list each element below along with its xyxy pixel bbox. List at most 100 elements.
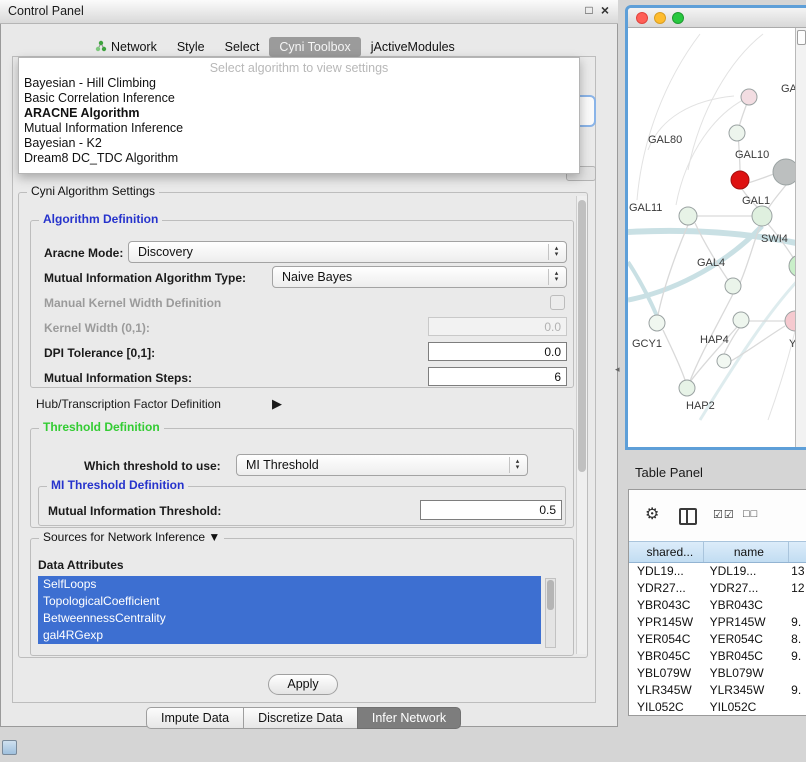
tab-infer-network[interactable]: Infer Network [357,707,461,729]
tab-discretize-data[interactable]: Discretize Data [243,707,358,729]
hub-expand-icon[interactable]: ▶ [272,396,282,412]
list-item[interactable]: gal4RGexp [38,627,541,644]
scrollbar-thumb[interactable] [578,200,586,472]
table-row[interactable]: YIL052CYIL052C [629,699,806,716]
settings-scrollbar[interactable] [576,196,587,654]
scrollbar-thumb[interactable] [797,30,806,45]
table-row[interactable]: YBR045CYBR045C9. [629,648,806,665]
network-node-selected-red[interactable] [731,171,749,189]
network-node[interactable] [725,278,741,294]
dropdown-option[interactable]: Basic Correlation Inference [24,91,175,106]
list-item[interactable]: SelfLoops [38,576,541,593]
network-node[interactable] [752,206,772,226]
table-body: YDL19...YDL19...13 YDR27...YDR27...12 YB… [629,563,806,716]
dropdown-option[interactable]: Bayesian - K2 [24,136,102,151]
data-attributes-list[interactable]: SelfLoops TopologicalCoefficient Between… [38,576,556,650]
manual-kernel-checkbox[interactable] [550,295,565,310]
dropdown-option[interactable]: Dream8 DC_TDC Algorithm [24,151,178,166]
network-node[interactable] [679,207,697,225]
manual-kernel-label: Manual Kernel Width Definition [44,296,221,310]
network-tab-icon [95,40,107,55]
node-label: GAL1 [742,195,770,207]
gear-icon[interactable]: ⚙ [645,504,659,524]
network-node[interactable] [741,89,757,105]
column-header-extra[interactable] [789,542,806,562]
mi-steps-label: Mutual Information Steps: [44,371,192,385]
minimized-panel-icon[interactable] [2,740,17,755]
data-attributes-label: Data Attributes [38,558,124,572]
network-view-window: GAL8 GAL80 GAL10 GAL11 GAL1 SWI4 GAL4 GC… [625,5,806,450]
table-row[interactable]: YDR27...YDR27...12 [629,580,806,597]
network-node[interactable] [729,125,745,141]
tab-network[interactable]: Network [85,37,167,58]
tab-cyni-toolbox[interactable]: Cyni Toolbox [269,37,360,57]
network-node[interactable] [733,312,749,328]
table-row[interactable]: YLR345WYLR345W9. [629,682,806,699]
control-panel-titlebar[interactable]: Control Panel □ × [0,0,618,24]
aracne-mode-label: Aracne Mode: [44,246,123,260]
table-header: shared... name [629,541,806,563]
node-label: GCY1 [632,338,662,350]
network-scrollbar[interactable] [795,28,806,447]
dropdown-placeholder: Select algorithm to view settings [19,61,579,75]
node-label: HAP4 [700,334,729,346]
tab-select[interactable]: Select [215,37,270,57]
table-panel-window: ⚙ ☑☑ □□ shared... name YDL19...YDL19...1… [628,489,806,716]
column-header-name[interactable]: name [704,542,790,562]
table-row[interactable]: YDL19...YDL19...13 [629,563,806,580]
tab-label: Style [177,40,205,54]
apply-button[interactable]: Apply [268,674,338,695]
network-canvas[interactable]: GAL8 GAL80 GAL10 GAL11 GAL1 SWI4 GAL4 GC… [628,28,806,447]
dropdown-option[interactable]: Bayesian - Hill Climbing [24,76,156,91]
dropdown-option[interactable]: Mutual Information Inference [24,121,183,136]
table-row[interactable]: YPR145WYPR145W9. [629,614,806,631]
group-title: MI Threshold Definition [47,478,188,492]
table-toolbar: ⚙ ☑☑ □□ [629,490,806,540]
kernel-width-label: Kernel Width (0,1): [44,321,150,335]
table-row[interactable]: YBR043CYBR043C [629,597,806,614]
network-node[interactable] [649,315,665,331]
group-title: Threshold Definition [39,420,164,434]
bottom-tabs: Impute Data Discretize Data Infer Networ… [146,707,461,729]
mi-threshold-label: Mutual Information Threshold: [48,504,221,518]
scrollbar-thumb[interactable] [547,580,554,610]
window-title: Control Panel [8,4,84,18]
select-all-icon[interactable]: ☑☑ [713,508,735,521]
desktop: Control Panel □ × Network Style Select C… [0,0,806,762]
deselect-all-icon[interactable]: □□ [743,508,758,520]
table-row[interactable]: YBL079WYBL079W [629,665,806,682]
which-threshold-combo[interactable]: MI Threshold ▴▾ [236,454,528,476]
combo-stepper-icon: ▴▾ [548,269,564,285]
list-item[interactable]: BetweennessCentrality [38,610,541,627]
network-node[interactable] [679,380,695,396]
minimize-traffic-light-icon[interactable] [654,12,666,24]
network-node[interactable] [717,354,731,368]
mi-threshold-field[interactable] [420,500,562,520]
list-item[interactable]: TopologicalCoefficient [38,593,541,610]
dpi-tolerance-field[interactable] [428,342,567,361]
tab-label: Cyni Toolbox [279,40,350,54]
mi-type-label: Mutual Information Algorithm Type: [44,271,246,285]
zoom-traffic-light-icon[interactable] [672,12,684,24]
close-traffic-light-icon[interactable] [636,12,648,24]
column-header-shared-name[interactable]: shared... [629,542,704,562]
network-window-titlebar[interactable] [628,8,806,28]
restore-icon[interactable]: □ [582,3,596,17]
list-scrollbar[interactable] [545,578,556,648]
aracne-mode-combo[interactable]: Discovery ▴▾ [128,241,567,263]
kernel-width-field[interactable] [428,317,567,336]
tab-style[interactable]: Style [167,37,215,57]
node-label: GAL80 [648,134,682,146]
tab-jactivemodules[interactable]: jActiveModules [361,37,465,57]
mi-type-combo[interactable]: Naive Bayes ▴▾ [272,266,567,288]
group-title: Algorithm Definition [39,212,162,226]
close-icon[interactable]: × [598,2,612,18]
sources-collapse-icon[interactable]: ▼ [208,530,220,544]
mi-steps-field[interactable] [428,367,567,386]
columns-icon[interactable] [679,508,697,525]
table-row[interactable]: YER054CYER054C8. [629,631,806,648]
tab-impute-data[interactable]: Impute Data [146,707,244,729]
panel-resize-handle[interactable]: ◂ [615,364,620,375]
dropdown-option-selected[interactable]: ARACNE Algorithm [24,106,140,121]
hub-section-label[interactable]: Hub/Transcription Factor Definition [36,397,221,411]
